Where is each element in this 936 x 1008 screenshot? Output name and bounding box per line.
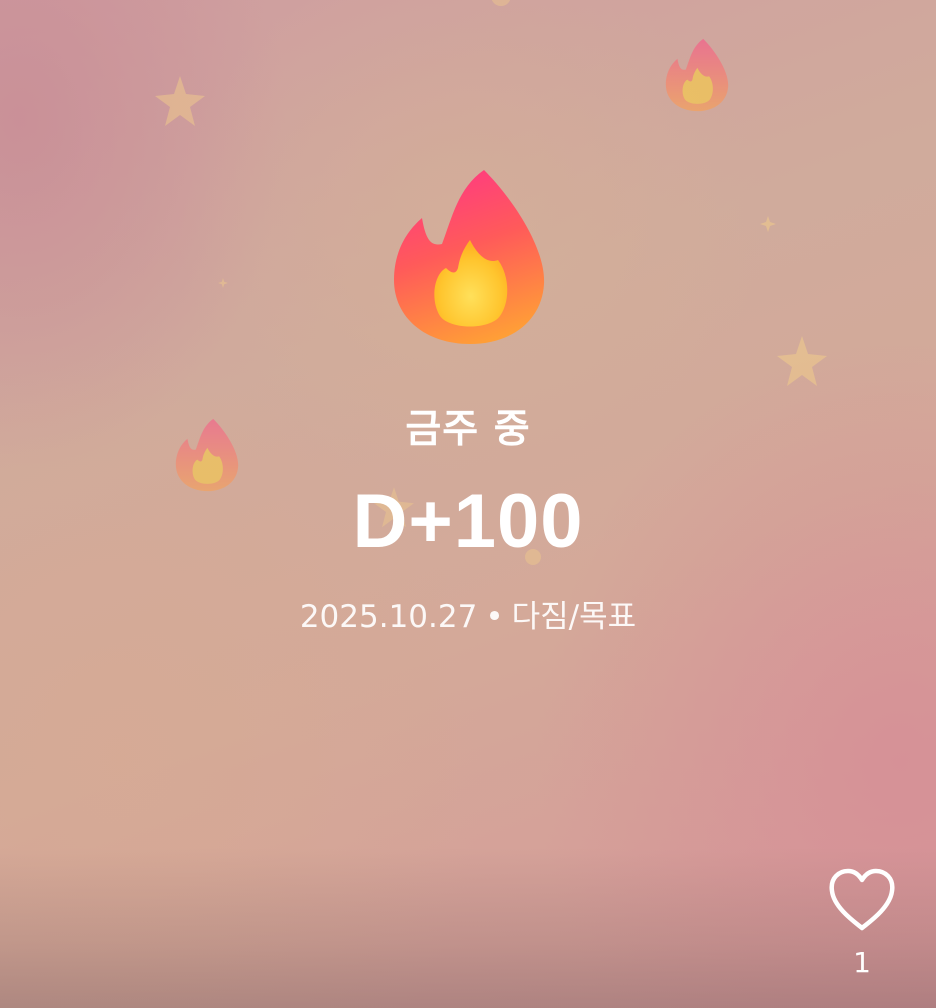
- start-date: 2025.10.27: [299, 599, 478, 635]
- sparkle-icon: [491, 0, 511, 6]
- sparkle-icon: [218, 278, 228, 288]
- dday-counter: D+100: [352, 479, 584, 564]
- star-icon: [777, 336, 827, 386]
- category-label: 다짐/목표: [511, 599, 637, 635]
- screen-background: 금주 중 D+100 2025.10.27 • 다짐/목표 1: [0, 0, 936, 1008]
- like-count: 1: [853, 946, 871, 979]
- star-icon: [155, 76, 205, 126]
- bottom-shade: [0, 848, 936, 1008]
- fire-icon: [665, 38, 729, 112]
- sparkle-icon: [760, 216, 776, 232]
- heart-outline-icon[interactable]: [826, 866, 898, 934]
- status-label: 금주 중: [405, 407, 531, 452]
- meta-separator: •: [485, 599, 504, 635]
- fire-icon: [394, 170, 545, 344]
- meta-line: 2025.10.27 • 다짐/목표: [0, 591, 936, 636]
